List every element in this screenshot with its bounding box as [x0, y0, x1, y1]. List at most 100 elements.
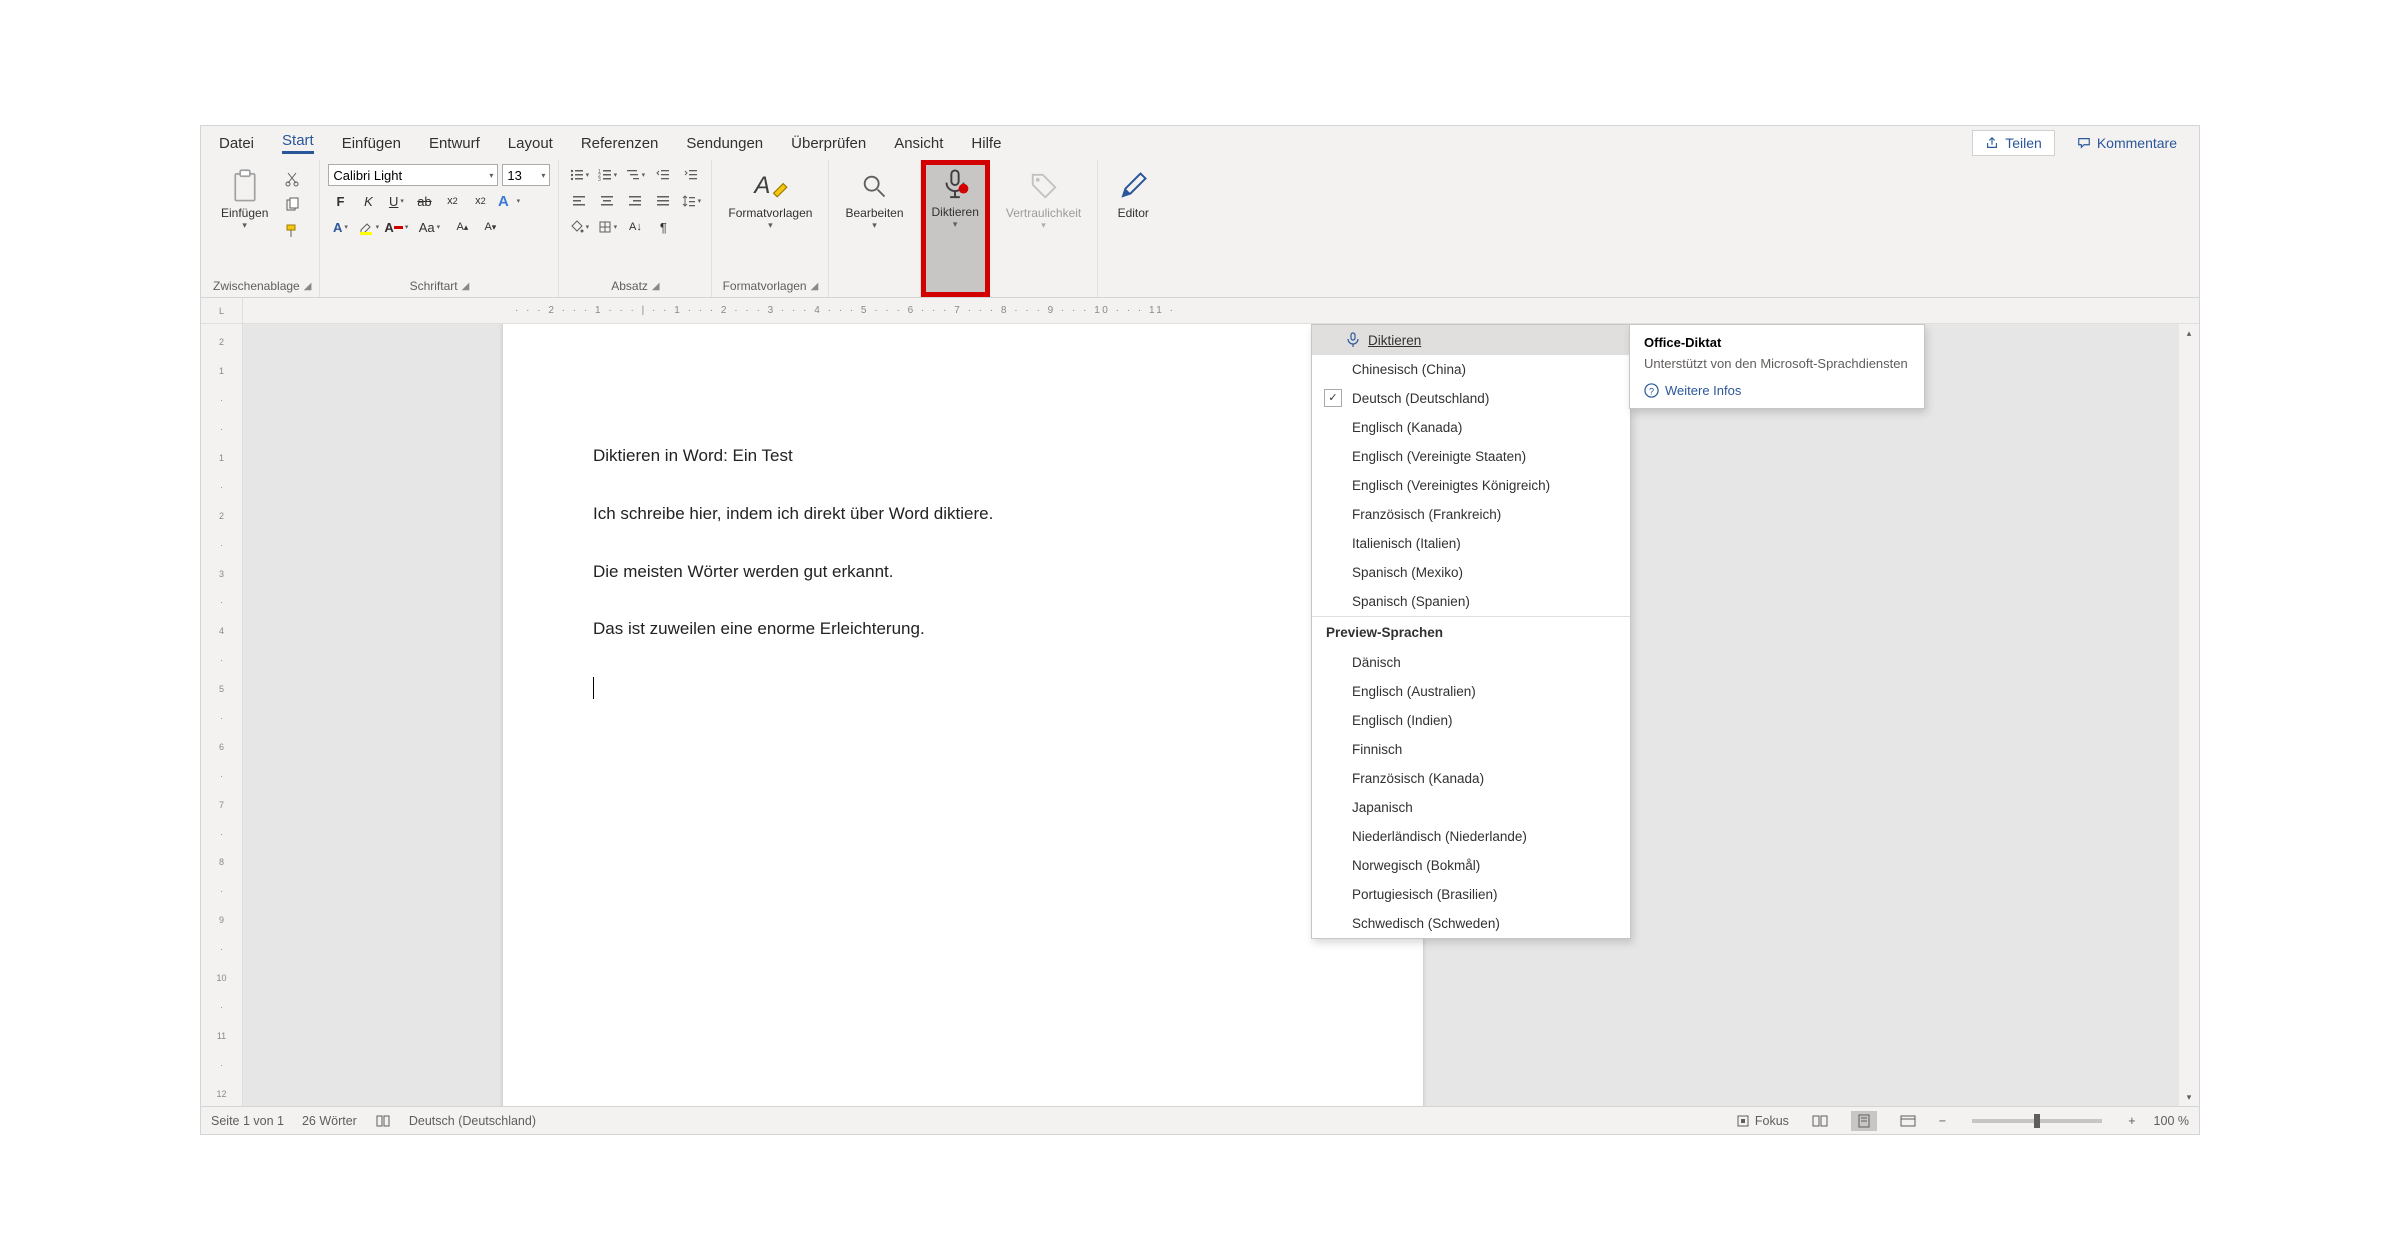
- sensitivity-button[interactable]: Vertraulichkeit ▾: [998, 164, 1089, 235]
- status-language[interactable]: Deutsch (Deutschland): [409, 1114, 536, 1128]
- dialog-launcher-icon[interactable]: ◢: [811, 281, 819, 292]
- dictate-button[interactable]: Diktieren ▾: [926, 165, 985, 232]
- menu-start[interactable]: Start: [268, 126, 328, 160]
- menu-einfuegen[interactable]: Einfügen: [328, 129, 415, 158]
- page-content[interactable]: Diktieren in Word: Ein Test Ich schreibe…: [503, 324, 1423, 853]
- menu-layout[interactable]: Layout: [494, 129, 567, 158]
- editing-button[interactable]: Bearbeiten ▾: [837, 164, 911, 235]
- view-web-layout[interactable]: [1895, 1111, 1921, 1131]
- highlight-button[interactable]: ▾: [356, 216, 380, 238]
- numbering-button[interactable]: 123▾: [595, 164, 619, 186]
- decrease-indent-button[interactable]: [651, 164, 675, 186]
- menu-referenzen[interactable]: Referenzen: [567, 129, 673, 158]
- language-option[interactable]: Englisch (Kanada): [1312, 413, 1630, 442]
- dropdown-header[interactable]: Diktieren: [1312, 325, 1630, 355]
- preview-language-option[interactable]: Japanisch: [1312, 793, 1630, 822]
- align-left-button[interactable]: [567, 190, 591, 212]
- preview-language-option[interactable]: Norwegisch (Bokmål): [1312, 851, 1630, 880]
- paste-button[interactable]: Einfügen ▾: [213, 164, 276, 235]
- preview-language-option[interactable]: Französisch (Kanada): [1312, 764, 1630, 793]
- vertical-ruler[interactable]: 21··1·2·3·4·5·6·7·8·9·10·11·12: [201, 324, 243, 1106]
- multilevel-list-button[interactable]: ▾: [623, 164, 647, 186]
- bold-button[interactable]: F: [328, 190, 352, 212]
- dialog-launcher-icon[interactable]: ◢: [462, 281, 470, 292]
- language-option[interactable]: Chinesisch (China): [1312, 355, 1630, 384]
- grow-font-button[interactable]: A▴: [450, 216, 474, 238]
- scroll-up-icon[interactable]: ▴: [2179, 324, 2199, 342]
- menu-hilfe[interactable]: Hilfe: [957, 129, 1015, 158]
- underline-button[interactable]: U▾: [384, 190, 408, 212]
- dialog-launcher-icon[interactable]: ◢: [304, 281, 312, 292]
- preview-language-option[interactable]: Schwedisch (Schweden): [1312, 909, 1630, 938]
- comments-button[interactable]: Kommentare: [2065, 130, 2189, 156]
- view-print-layout[interactable]: [1851, 1111, 1877, 1131]
- document-page[interactable]: Diktieren in Word: Ein Test Ich schreibe…: [503, 324, 1423, 1106]
- status-page[interactable]: Seite 1 von 1: [211, 1114, 284, 1128]
- paste-label: Einfügen: [221, 206, 268, 220]
- justify-button[interactable]: [651, 190, 675, 212]
- document-line: Ich schreibe hier, indem ich direkt über…: [593, 502, 1333, 526]
- format-painter-button[interactable]: [280, 220, 304, 242]
- book-icon: [375, 1114, 391, 1128]
- shading-button[interactable]: ▾: [567, 216, 591, 238]
- italic-button[interactable]: K: [356, 190, 380, 212]
- borders-button[interactable]: ▾: [595, 216, 619, 238]
- language-option[interactable]: Französisch (Frankreich): [1312, 500, 1630, 529]
- preview-language-option[interactable]: Finnisch: [1312, 735, 1630, 764]
- preview-language-option[interactable]: Dänisch: [1312, 648, 1630, 677]
- strikethrough-button[interactable]: ab: [412, 190, 436, 212]
- preview-language-option[interactable]: Niederländisch (Niederlande): [1312, 822, 1630, 851]
- vertical-scrollbar[interactable]: ▴ ▾: [2179, 324, 2199, 1106]
- tooltip-more-link[interactable]: ? Weitere Infos: [1644, 383, 1910, 398]
- font-family-value: Calibri Light: [333, 168, 402, 183]
- copy-button[interactable]: [280, 194, 304, 216]
- language-option[interactable]: Spanisch (Spanien): [1312, 587, 1630, 616]
- horizontal-ruler[interactable]: L · · · 2 · · · 1 · · · | · · 1 · · · 2 …: [201, 298, 2199, 324]
- text-style-button[interactable]: A▾: [328, 216, 352, 238]
- align-right-button[interactable]: [623, 190, 647, 212]
- zoom-out[interactable]: −: [1939, 1114, 1946, 1128]
- line-spacing-button[interactable]: ▾: [679, 190, 703, 212]
- font-family-combo[interactable]: Calibri Light▾: [328, 164, 498, 186]
- language-option[interactable]: Deutsch (Deutschland): [1312, 384, 1630, 413]
- editor-button[interactable]: Editor: [1106, 164, 1160, 224]
- menu-sendungen[interactable]: Sendungen: [672, 129, 777, 158]
- increase-indent-button[interactable]: [679, 164, 703, 186]
- language-option[interactable]: Englisch (Vereinigte Staaten): [1312, 442, 1630, 471]
- zoom-slider[interactable]: [1972, 1119, 2102, 1123]
- group-dictate: Diktieren ▾: [921, 160, 990, 297]
- cut-button[interactable]: [280, 168, 304, 190]
- preview-language-option[interactable]: Portugiesisch (Brasilien): [1312, 880, 1630, 909]
- menu-ansicht[interactable]: Ansicht: [880, 129, 957, 158]
- status-focus[interactable]: Fokus: [1736, 1114, 1789, 1128]
- status-word-count[interactable]: 26 Wörter: [302, 1114, 357, 1128]
- align-center-button[interactable]: [595, 190, 619, 212]
- bullets-button[interactable]: ▾: [567, 164, 591, 186]
- sort-button[interactable]: A↓: [623, 216, 647, 238]
- language-option[interactable]: Spanisch (Mexiko): [1312, 558, 1630, 587]
- view-read-mode[interactable]: [1807, 1111, 1833, 1131]
- text-effects-button[interactable]: A▾: [496, 190, 520, 212]
- subscript-button[interactable]: x2: [440, 190, 464, 212]
- font-size-combo[interactable]: 13▾: [502, 164, 550, 186]
- scroll-down-icon[interactable]: ▾: [2179, 1088, 2199, 1106]
- zoom-in[interactable]: +: [2128, 1114, 2135, 1128]
- menu-entwurf[interactable]: Entwurf: [415, 129, 494, 158]
- styles-button[interactable]: A Formatvorlagen ▾: [720, 164, 820, 235]
- font-color-button[interactable]: A▾: [384, 216, 408, 238]
- language-option[interactable]: Englisch (Vereinigtes Königreich): [1312, 471, 1630, 500]
- preview-language-option[interactable]: Englisch (Indien): [1312, 706, 1630, 735]
- status-spellcheck[interactable]: [375, 1114, 391, 1128]
- menu-datei[interactable]: Datei: [205, 129, 268, 158]
- menu-ueberpruefen[interactable]: Überprüfen: [777, 129, 880, 158]
- language-option[interactable]: Italienisch (Italien): [1312, 529, 1630, 558]
- preview-language-option[interactable]: Englisch (Australien): [1312, 677, 1630, 706]
- share-button[interactable]: Teilen: [1972, 130, 2055, 156]
- superscript-button[interactable]: x2: [468, 190, 492, 212]
- change-case-button[interactable]: Aa▾: [412, 216, 446, 238]
- dialog-launcher-icon[interactable]: ◢: [652, 281, 660, 292]
- shrink-font-button[interactable]: A▾: [478, 216, 502, 238]
- show-marks-button[interactable]: ¶: [651, 216, 675, 238]
- zoom-level[interactable]: 100 %: [2154, 1114, 2189, 1128]
- zoom-thumb[interactable]: [2034, 1114, 2040, 1128]
